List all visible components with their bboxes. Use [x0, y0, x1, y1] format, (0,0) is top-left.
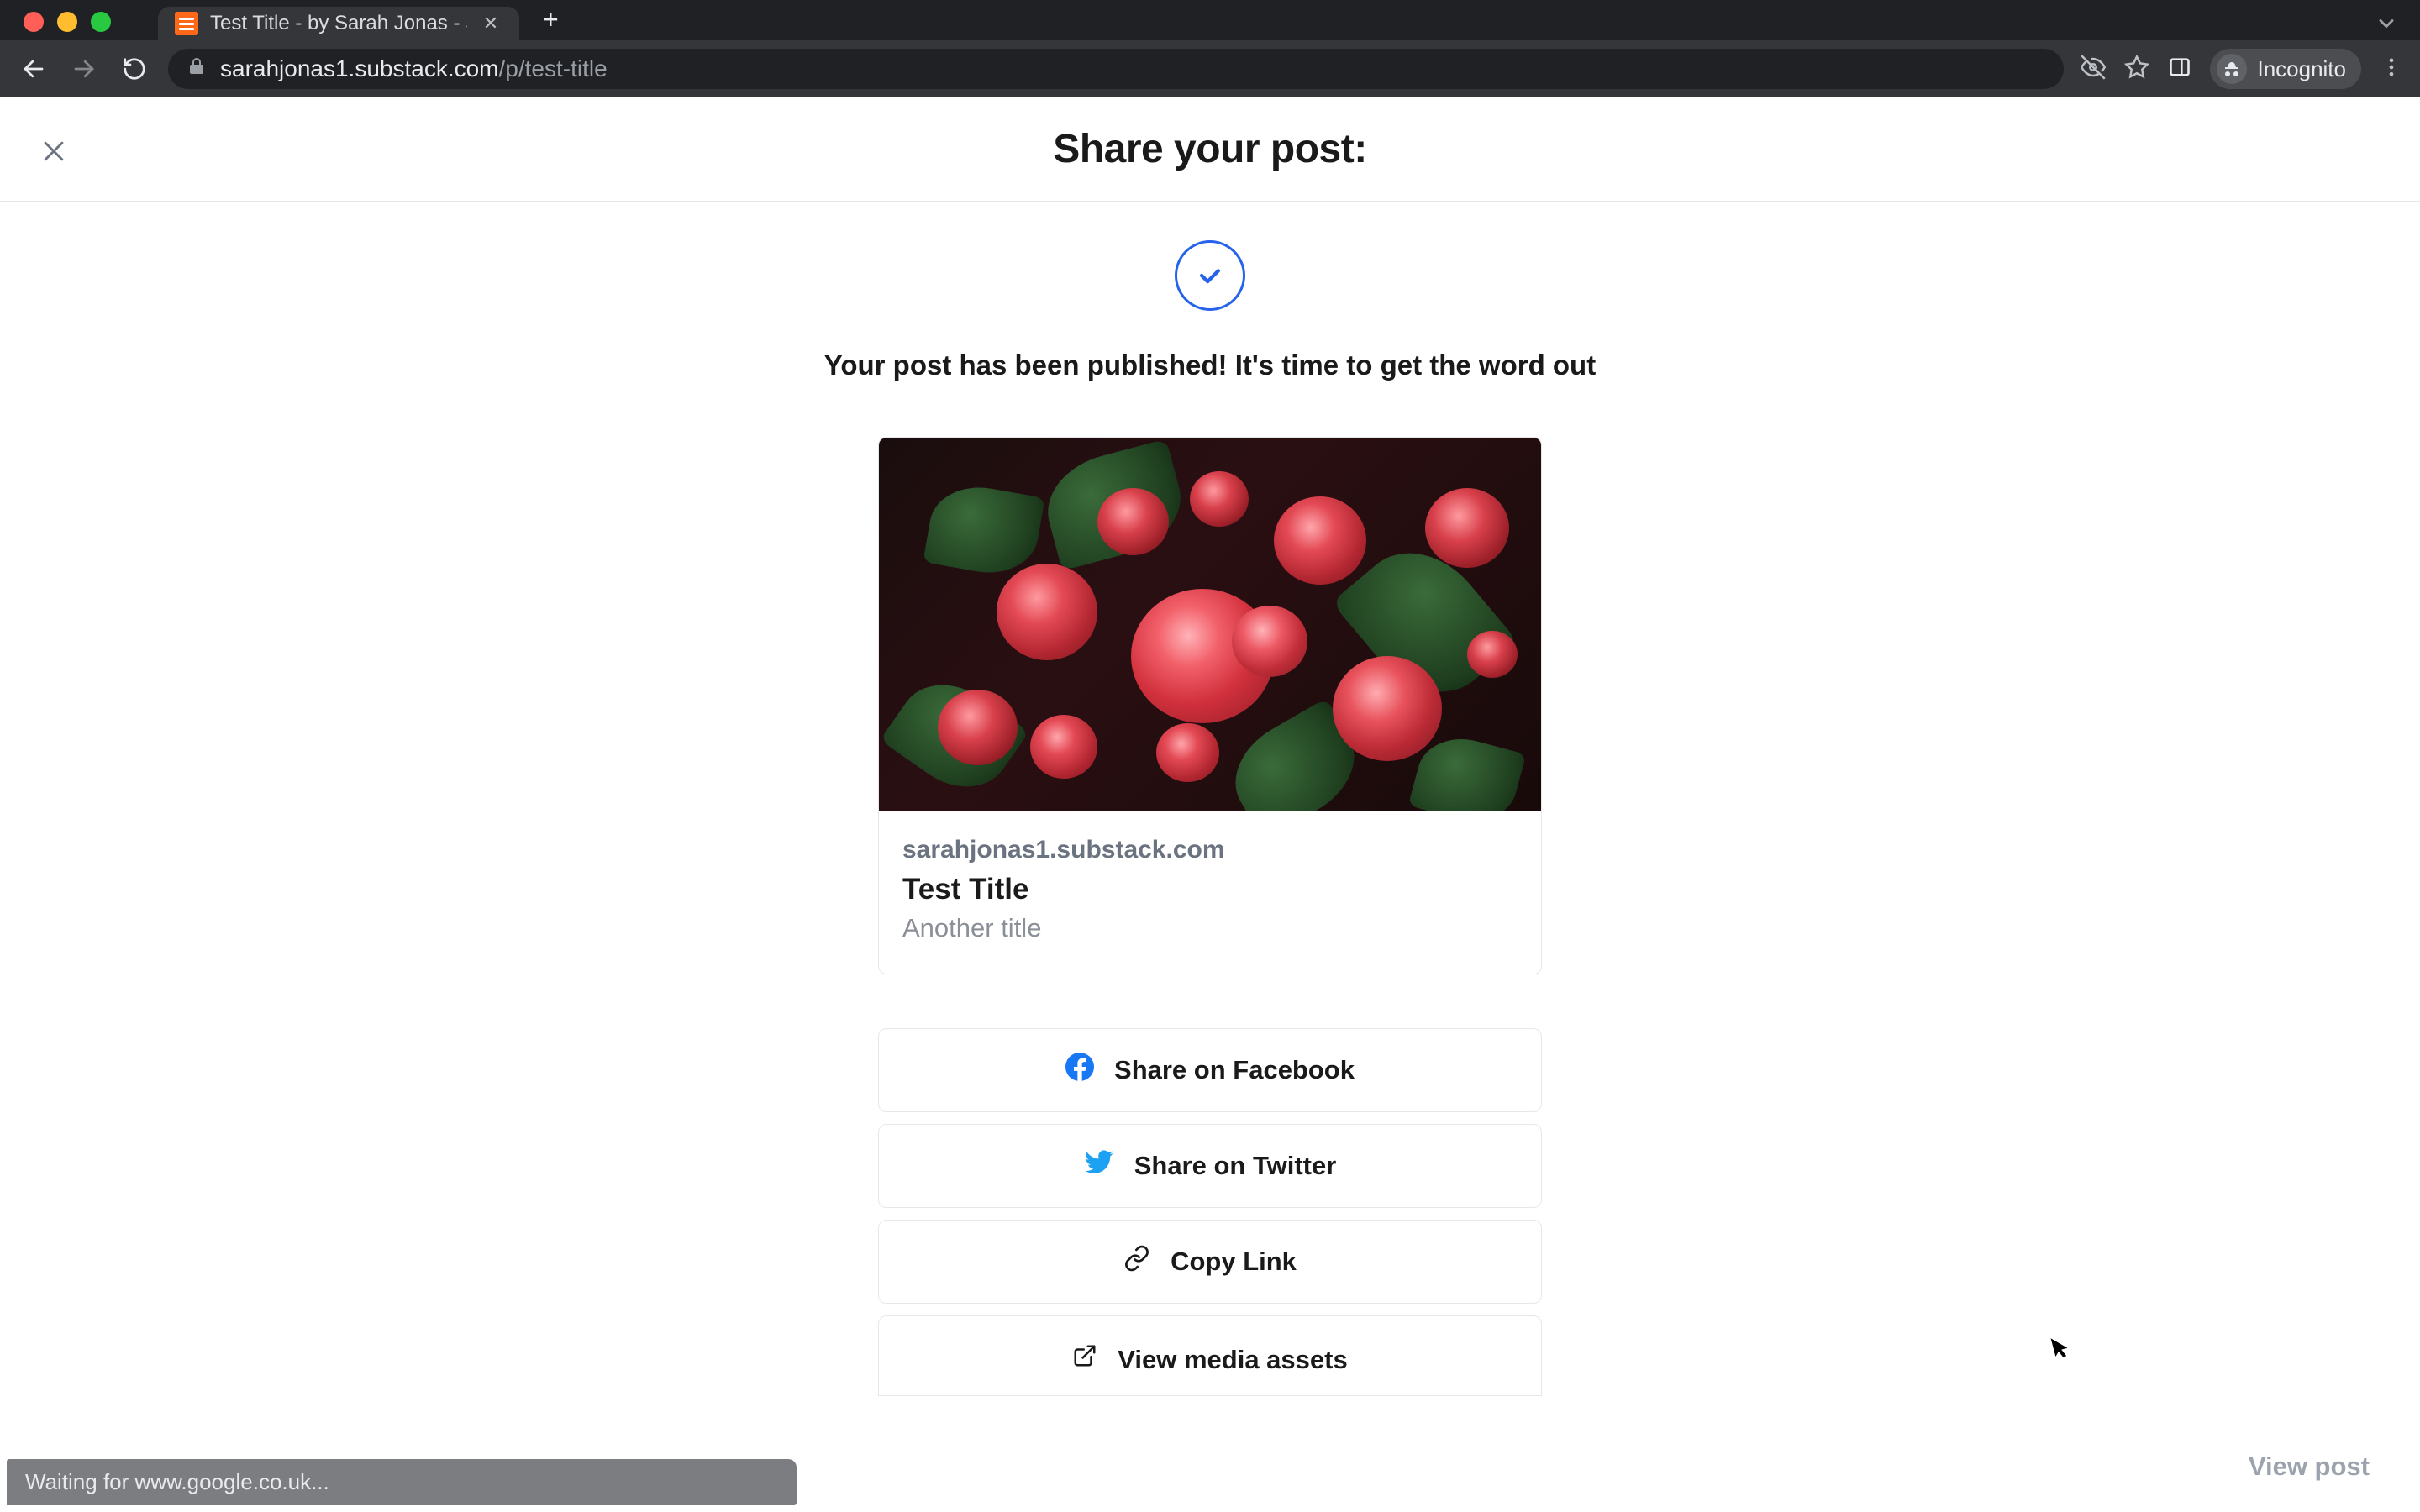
- browser-toolbar: sarahjonas1.substack.com/p/test-title In…: [0, 40, 2420, 97]
- substack-favicon-icon: [175, 12, 198, 35]
- twitter-icon: [1084, 1147, 1114, 1184]
- lock-icon: [187, 55, 207, 82]
- tab-close-button[interactable]: ✕: [479, 13, 502, 34]
- tabs-overflow-button[interactable]: [2375, 12, 2398, 39]
- new-tab-button[interactable]: +: [543, 4, 559, 35]
- view-media-assets-button[interactable]: View media assets: [878, 1315, 1542, 1396]
- forward-button[interactable]: [67, 52, 101, 86]
- tab-title: Test Title - by Sarah Jonas - S: [210, 12, 467, 35]
- post-domain: sarahjonas1.substack.com: [902, 836, 1518, 864]
- page: Share your post: Your post has been publ…: [0, 97, 2420, 1512]
- incognito-icon: [2217, 54, 2247, 84]
- bookmark-star-icon[interactable]: [2124, 55, 2149, 84]
- incognito-indicator[interactable]: Incognito: [2210, 49, 2361, 89]
- modal-content: Your post has been published! It's time …: [0, 202, 2420, 1396]
- browser-menu-button[interactable]: [2380, 55, 2403, 83]
- toolbar-right: Incognito: [2081, 49, 2403, 89]
- post-preview-body: sarahjonas1.substack.com Test Title Anot…: [879, 811, 1541, 974]
- external-link-icon: [1072, 1343, 1097, 1375]
- reload-button[interactable]: [118, 52, 151, 86]
- view-media-assets-label: View media assets: [1118, 1345, 1347, 1375]
- success-check-icon: [1175, 240, 1245, 311]
- window-minimize-button[interactable]: [57, 12, 77, 32]
- modal-header: Share your post:: [0, 97, 2420, 202]
- url-text: sarahjonas1.substack.com/p/test-title: [220, 55, 608, 82]
- post-cover-image: [879, 438, 1541, 811]
- window-close-button[interactable]: [24, 12, 44, 32]
- post-subtitle: Another title: [902, 913, 1518, 943]
- eye-off-icon[interactable]: [2081, 55, 2106, 84]
- published-message: Your post has been published! It's time …: [824, 349, 1596, 381]
- post-preview-card[interactable]: sarahjonas1.substack.com Test Title Anot…: [878, 437, 1542, 974]
- share-twitter-label: Share on Twitter: [1134, 1151, 1337, 1181]
- link-icon: [1123, 1245, 1150, 1278]
- share-facebook-label: Share on Facebook: [1114, 1055, 1355, 1085]
- address-bar[interactable]: sarahjonas1.substack.com/p/test-title: [168, 49, 2064, 89]
- view-post-link[interactable]: View post: [2249, 1452, 2370, 1482]
- browser-chrome: Test Title - by Sarah Jonas - S ✕ + sara…: [0, 0, 2420, 97]
- post-title: Test Title: [902, 873, 1518, 906]
- browser-tab[interactable]: Test Title - by Sarah Jonas - S ✕: [158, 7, 519, 40]
- page-title: Share your post:: [1053, 126, 1366, 172]
- incognito-label: Incognito: [2257, 56, 2346, 82]
- copy-link-label: Copy Link: [1171, 1247, 1297, 1277]
- side-panel-icon[interactable]: [2168, 55, 2191, 83]
- browser-status-bar: Waiting for www.google.co.uk...: [7, 1459, 797, 1505]
- tab-strip: Test Title - by Sarah Jonas - S ✕ +: [0, 0, 2420, 40]
- copy-link-button[interactable]: Copy Link: [878, 1220, 1542, 1304]
- window-controls: [24, 12, 111, 32]
- facebook-icon: [1065, 1053, 1094, 1088]
- window-zoom-button[interactable]: [91, 12, 111, 32]
- share-twitter-button[interactable]: Share on Twitter: [878, 1124, 1542, 1208]
- back-button[interactable]: [17, 52, 50, 86]
- share-facebook-button[interactable]: Share on Facebook: [878, 1028, 1542, 1112]
- close-button[interactable]: [37, 134, 71, 168]
